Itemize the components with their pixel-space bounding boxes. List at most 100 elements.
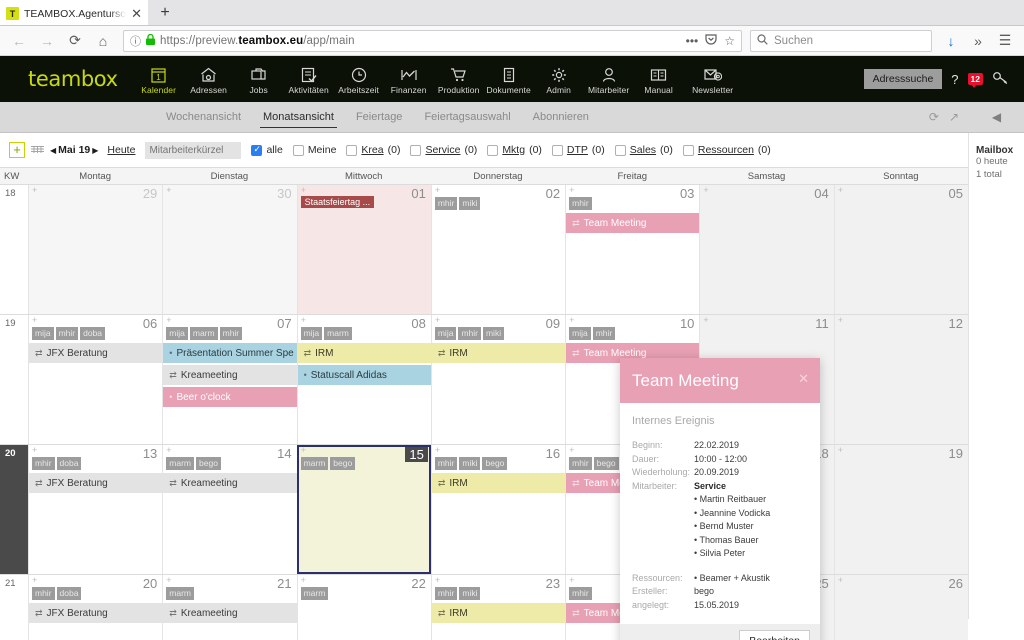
calendar-day-cell[interactable]: +01Staatsfeiertag ...	[297, 185, 431, 314]
pocket-icon[interactable]	[705, 33, 717, 48]
checkbox[interactable]	[293, 145, 304, 156]
holiday-chip[interactable]: Staatsfeiertag ...	[301, 196, 375, 208]
calendar-day-cell[interactable]: +26	[834, 575, 968, 640]
add-event-in-day-icon[interactable]: +	[435, 575, 440, 585]
employee-shortcode-chip[interactable]: mhir	[32, 457, 55, 470]
tab-wochenansicht[interactable]: Wochenansicht	[155, 102, 252, 132]
employee-shortcode-chip[interactable]: miki	[459, 197, 480, 210]
calendar-day-cell[interactable]: +21marm⇄Kreameeting	[162, 575, 296, 640]
edit-button[interactable]: Bearbeiten	[739, 630, 810, 640]
calendar-day-cell[interactable]: +06mijamhirdoba⇄JFX Beratung	[28, 315, 162, 444]
filter-sales[interactable]: Sales (0)	[615, 144, 673, 156]
nav-item-newsletter[interactable]: Newsletter	[684, 63, 742, 95]
filter-ressourcen[interactable]: Ressourcen (0)	[683, 144, 771, 156]
download-icon[interactable]: ↓	[939, 29, 963, 53]
calendar-event[interactable]: ⇄IRM	[432, 343, 565, 363]
calendar-day-cell[interactable]: +20mhirdoba⇄JFX Beratung	[28, 575, 162, 640]
add-event-in-day-icon[interactable]: +	[32, 315, 37, 325]
employee-shortcode-chip[interactable]: mhir	[56, 327, 79, 340]
reload-icon[interactable]: ⟳	[63, 29, 87, 53]
calendar-event[interactable]: ⇄JFX Beratung	[29, 343, 162, 363]
home-icon[interactable]: ⌂	[91, 29, 115, 53]
add-event-in-day-icon[interactable]: +	[569, 315, 574, 325]
calendar-event[interactable]: ⇄IRM	[432, 473, 565, 493]
calendar-event[interactable]: ⇄Team Meeting	[566, 213, 699, 233]
help-icon[interactable]: ?	[951, 72, 958, 87]
add-event-in-day-icon[interactable]: +	[838, 575, 843, 585]
add-event-in-day-icon[interactable]: +	[32, 445, 37, 455]
checkbox[interactable]	[683, 145, 694, 156]
notification-badge[interactable]: 12	[968, 73, 983, 85]
employee-shortcode-chip[interactable]: miki	[459, 457, 480, 470]
add-event-in-day-icon[interactable]: +	[166, 575, 171, 585]
calendar-event[interactable]: ⇄IRM	[432, 603, 565, 623]
add-event-in-day-icon[interactable]: +	[301, 185, 306, 195]
address-search-button[interactable]: Adresssuche	[864, 69, 943, 89]
refresh-icon[interactable]: ⟳	[929, 110, 939, 124]
url-bar[interactable]: ⓘ https://preview.teambox.eu/app/main ••…	[123, 30, 742, 52]
employee-shortcode-chip[interactable]: marm	[301, 457, 329, 470]
add-event-in-day-icon[interactable]: +	[166, 185, 171, 195]
employee-shortcode-chip[interactable]: miki	[459, 587, 480, 600]
employee-shortcode-chip[interactable]: marm	[324, 327, 352, 340]
calendar-day-cell[interactable]: +04	[699, 185, 833, 314]
menu-icon[interactable]: ☰	[993, 29, 1017, 53]
add-event-in-day-icon[interactable]: +	[838, 445, 843, 455]
add-event-in-day-icon[interactable]: +	[435, 445, 440, 455]
add-event-in-day-icon[interactable]: +	[838, 315, 843, 325]
nav-item-mitarbeiter[interactable]: Mitarbeiter	[584, 63, 634, 95]
add-event-in-day-icon[interactable]: +	[166, 315, 171, 325]
user-key-icon[interactable]	[992, 71, 1008, 88]
checkbox[interactable]	[552, 145, 563, 156]
add-event-in-day-icon[interactable]: +	[838, 185, 843, 195]
employee-shortcode-chip[interactable]: doba	[57, 587, 82, 600]
employee-shortcode-chip[interactable]: doba	[57, 457, 82, 470]
calendar-day-cell[interactable]: +05	[834, 185, 968, 314]
nav-item-manual[interactable]: Manual	[634, 63, 684, 95]
today-button[interactable]: Heute	[107, 144, 135, 156]
nav-item-kalender[interactable]: 1 Kalender	[134, 63, 184, 95]
teambox-logo[interactable]: teambox	[10, 67, 134, 91]
calendar-day-cell[interactable]: +16mhirmikibego⇄IRM	[431, 445, 565, 574]
calendar-event[interactable]: •Beer o'clock	[163, 387, 296, 407]
checkbox[interactable]	[615, 145, 626, 156]
calendar-day-cell[interactable]: +09mijamhirmiki⇄IRM	[431, 315, 565, 444]
checkbox[interactable]	[410, 145, 421, 156]
calendar-day-cell[interactable]: +13mhirdoba⇄JFX Beratung	[28, 445, 162, 574]
employee-shortcode-chip[interactable]: marm	[190, 327, 218, 340]
calendar-day-cell[interactable]: +15marmbego	[297, 445, 431, 574]
calendar-day-cell[interactable]: +30	[162, 185, 296, 314]
calendar-event[interactable]: ⇄Kreameeting	[163, 603, 296, 623]
employee-shortcode-chip[interactable]: marm	[166, 457, 194, 470]
nav-item-adressen[interactable]: Adressen	[184, 63, 234, 95]
filter-service[interactable]: Service (0)	[410, 144, 477, 156]
add-event-in-day-icon[interactable]: +	[569, 445, 574, 455]
nav-item-produktion[interactable]: Produktion	[434, 63, 484, 95]
calendar-event[interactable]: ⇄JFX Beratung	[29, 603, 162, 623]
employee-shortcode-input[interactable]	[145, 142, 241, 159]
calendar-event[interactable]: ⇄JFX Beratung	[29, 473, 162, 493]
calendar-event[interactable]: •Statuscall Adidas	[298, 365, 431, 385]
employee-shortcode-chip[interactable]: mija	[301, 327, 323, 340]
employee-shortcode-chip[interactable]: miki	[483, 327, 504, 340]
add-event-in-day-icon[interactable]: +	[569, 575, 574, 585]
employee-shortcode-chip[interactable]: mhir	[458, 327, 481, 340]
add-event-in-day-icon[interactable]: +	[32, 185, 37, 195]
tab-feiertage[interactable]: Feiertage	[345, 102, 413, 132]
browser-tab[interactable]: T TEAMBOX.Agentursoftware by ✕	[0, 0, 148, 25]
calendar-day-cell[interactable]: +14marmbego⇄Kreameeting	[162, 445, 296, 574]
add-event-in-day-icon[interactable]: +	[301, 445, 306, 455]
nav-item-aktivitaeten[interactable]: Aktivitäten	[284, 63, 334, 95]
calendar-event[interactable]: ⇄Kreameeting	[163, 473, 296, 493]
add-event-in-day-icon[interactable]: +	[435, 185, 440, 195]
close-icon[interactable]: ✕	[131, 6, 142, 22]
employee-shortcode-chip[interactable]: mhir	[569, 587, 592, 600]
employee-shortcode-chip[interactable]: mhir	[569, 197, 592, 210]
info-icon[interactable]: ⓘ	[130, 33, 141, 49]
more-icon[interactable]: •••	[686, 34, 699, 48]
employee-shortcode-chip[interactable]: mhir	[435, 197, 458, 210]
tab-monatsansicht[interactable]: Monatsansicht	[252, 102, 345, 132]
calendar-day-cell[interactable]: +29	[28, 185, 162, 314]
employee-shortcode-chip[interactable]: mhir	[435, 587, 458, 600]
employee-shortcode-chip[interactable]: marm	[301, 587, 329, 600]
